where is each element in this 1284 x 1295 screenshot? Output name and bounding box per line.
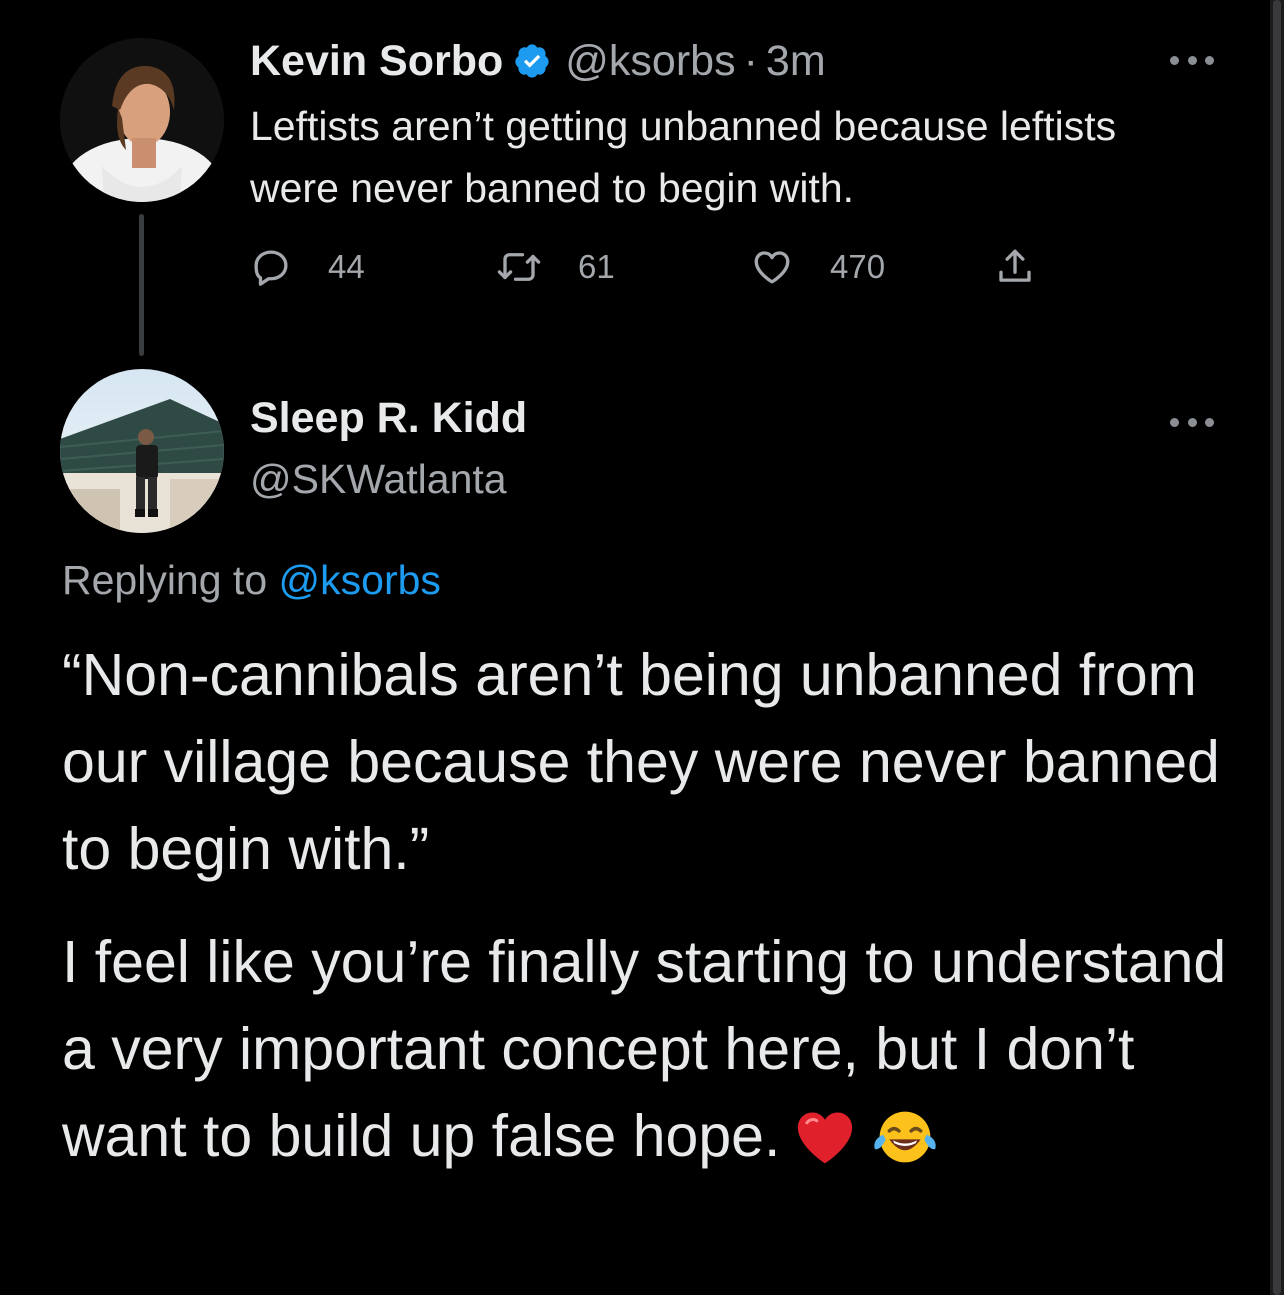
like-button[interactable]: 470 (750, 242, 885, 292)
verified-badge-icon (513, 42, 551, 80)
author-handle[interactable]: @SKWatlanta (250, 456, 507, 503)
tweet-text: Leftists aren’t getting unbanned because… (250, 103, 1117, 211)
reply-button[interactable]: 44 (250, 242, 365, 292)
avatar[interactable] (60, 369, 224, 533)
reply-icon (250, 246, 292, 288)
author-name[interactable]: Kevin Sorbo (250, 37, 503, 86)
red-heart-icon (794, 1103, 856, 1190)
retweet-count: 61 (578, 248, 615, 285)
scrollbar-thumb[interactable] (1273, 0, 1281, 1295)
separator-dot: · (743, 36, 758, 85)
thread-connector-line (139, 214, 144, 356)
reply-paragraph-with-emoji: I feel like you’re finally starting to u… (62, 919, 1242, 1190)
reply-count: 44 (328, 248, 365, 285)
more-options-icon[interactable] (1170, 414, 1214, 430)
share-icon (994, 245, 1036, 289)
reply-paragraph-text: I feel like you’re finally starting to u… (62, 929, 1227, 1169)
replying-to-mention[interactable]: @ksorbs (279, 557, 441, 603)
avatar[interactable] (60, 38, 224, 202)
author-handle[interactable]: @ksorbs (565, 37, 735, 86)
retweet-icon (496, 246, 542, 288)
reply-text: “Non-cannibals aren’t being unbanned fro… (62, 632, 1242, 1190)
replying-to-label: Replying to (62, 557, 268, 603)
tweet-actions: 44 61 470 (250, 242, 1070, 292)
heart-icon (750, 246, 794, 288)
more-options-icon[interactable] (1170, 52, 1214, 68)
face-with-tears-of-joy-icon (870, 1103, 940, 1190)
author-name[interactable]: Sleep R. Kidd (250, 394, 527, 443)
timestamp[interactable]: 3m (766, 37, 826, 86)
like-count: 470 (830, 248, 886, 285)
avatar-photo (60, 38, 224, 202)
retweet-button[interactable]: 61 (496, 242, 615, 292)
share-button[interactable] (994, 242, 1036, 292)
replying-to: Replying to @ksorbs (62, 557, 441, 604)
tweet-header: Kevin Sorbo @ksorbs · 3m (250, 34, 826, 88)
reply-paragraph: “Non-cannibals aren’t being unbanned fro… (62, 642, 1220, 882)
avatar-photo (60, 369, 224, 533)
scrollbar[interactable] (1270, 0, 1284, 1295)
